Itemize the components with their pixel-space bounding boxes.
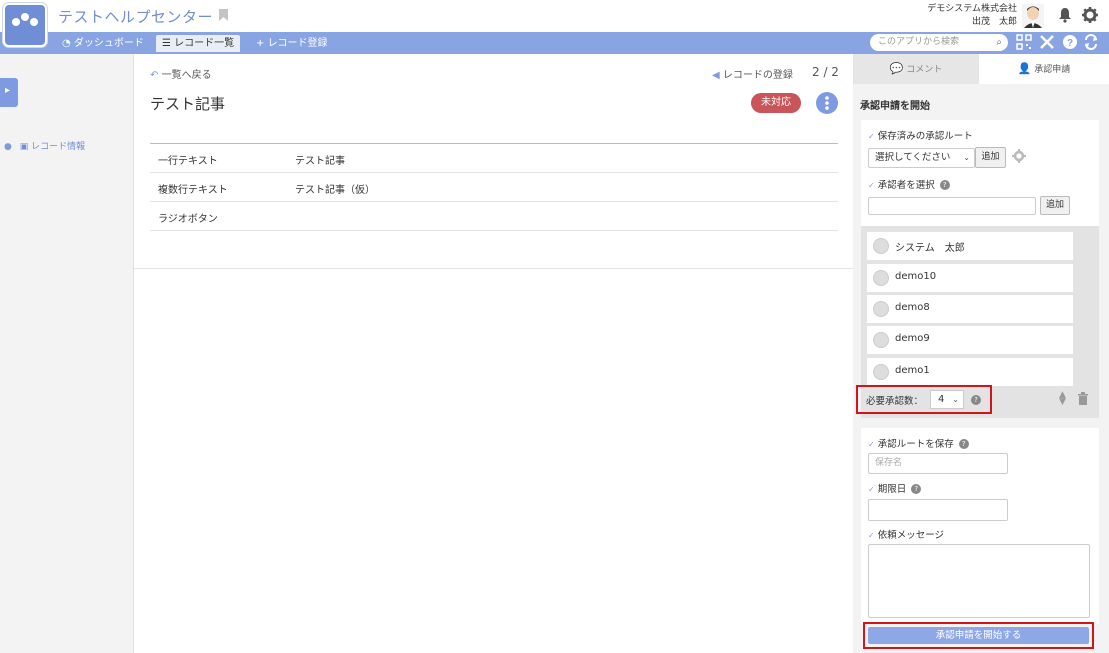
user-check-icon: 👤 (1017, 62, 1032, 75)
record-detail: ↶ 一覧へ戻る ◀ レコードの登録 2 / 2 テスト記事 未対応 一行テキスト… (134, 54, 853, 653)
tools-icon[interactable] (1039, 34, 1055, 50)
reply-arrow-icon: ↶ (150, 70, 159, 81)
record-register-link[interactable]: ◀ レコードの登録 (712, 66, 793, 81)
bookmark-icon[interactable] (219, 9, 228, 21)
bell-icon[interactable] (1057, 7, 1073, 23)
saved-routes-label: ✓ 保存済みの承認ルート (868, 131, 973, 142)
message-textarea[interactable] (868, 544, 1090, 618)
section-divider (134, 268, 853, 269)
save-name-input[interactable]: 保存名 (868, 453, 1008, 474)
list-item[interactable]: demo10 (867, 264, 1073, 292)
record-title: テスト記事 (150, 95, 226, 113)
check-icon: ✓ (868, 531, 875, 540)
field-value: テスト記事（仮） (295, 185, 375, 196)
route-save-card: ✓ 承認ルートを保存? 保存名 ✓ 期限日? ✓ 依頼メッセージ (861, 428, 1099, 624)
add-approver-button[interactable]: 追加 (1040, 196, 1070, 215)
highlight-box (863, 622, 1094, 649)
check-icon: ✓ (868, 132, 875, 141)
due-date-label: ✓ 期限日? (868, 481, 922, 495)
tab-comment[interactable]: 💬 コメント (853, 54, 979, 84)
app-header: テストヘルプセンター デモシステム株式会社 出茂 太郎 (0, 0, 1109, 32)
field-row: ラジオボタン (150, 202, 838, 231)
sidebar-item-record-info[interactable]: ● ▣ レコード情報 (4, 139, 85, 152)
list-item[interactable]: demo1 (867, 358, 1073, 386)
user-avatar-icon[interactable] (1022, 4, 1044, 28)
help-icon[interactable]: ? (958, 439, 969, 449)
plus-icon: + (256, 38, 268, 49)
list-item[interactable]: demo8 (867, 295, 1073, 323)
nav-record-add[interactable]: + レコード登録 (250, 35, 334, 52)
chevron-right-icon: ▸ (5, 85, 11, 96)
clipboard-icon: ▣ (19, 142, 29, 152)
app-title[interactable]: テストヘルプセンター (58, 6, 213, 27)
record-fields: 一行テキスト テスト記事 複数行テキスト テスト記事（仮） ラジオボタン (150, 143, 838, 231)
field-label: 複数行テキスト (158, 185, 228, 196)
nav-record-list[interactable]: ☰ レコード一覧 (156, 35, 241, 52)
sidebar-toggle[interactable]: ▸ (0, 78, 18, 107)
sort-icon[interactable]: ▲ ▼ (1059, 391, 1066, 407)
help-icon[interactable]: ? (1062, 34, 1078, 50)
gear-icon[interactable] (1082, 7, 1098, 23)
add-route-button[interactable]: 追加 (975, 147, 1006, 168)
app-logo[interactable] (3, 3, 47, 47)
panel-tabs: 💬 コメント 👤 承認申請 (853, 54, 1109, 84)
nav-dashboard[interactable]: ◔ ダッシュボード (56, 35, 150, 52)
more-options-button[interactable] (816, 92, 838, 114)
svg-text:?: ? (1067, 38, 1073, 49)
comment-icon: 💬 (889, 62, 904, 75)
chevron-down-icon: ⌄ (963, 153, 970, 162)
panel-title: 承認申請を開始 (860, 101, 930, 112)
search-icon: ⌕ (996, 37, 1002, 48)
trash-icon[interactable] (1077, 392, 1089, 405)
route-select[interactable]: 選択してください ⌄ (868, 148, 975, 168)
field-row: 一行テキスト テスト記事 (150, 144, 838, 173)
refresh-icon[interactable] (1083, 34, 1099, 50)
search-input[interactable]: このアプリから検索 ⌕ (870, 34, 1008, 51)
gear-icon[interactable] (1012, 149, 1026, 163)
company-name: デモシステム株式会社 (927, 4, 1017, 14)
approval-route-card: ✓ 保存済みの承認ルート 選択してください ⌄ 追加 ✓ 承認者を選択? 追加 (861, 120, 1099, 226)
field-label: ラジオボタン (158, 214, 218, 225)
approver-input[interactable] (868, 197, 1036, 215)
record-pager: 2 / 2 (812, 65, 839, 79)
save-route-label: ✓ 承認ルートを保存? (868, 436, 969, 450)
qr-code-icon[interactable] (1016, 34, 1032, 50)
chevron-left-circle-icon: ◀ (712, 70, 720, 81)
back-to-list-link[interactable]: ↶ 一覧へ戻る (150, 66, 212, 81)
dashboard-icon: ◔ (62, 38, 74, 49)
tab-approval[interactable]: 👤 承認申請 (979, 54, 1109, 84)
help-icon[interactable]: ? (939, 180, 950, 190)
user-icon (873, 364, 889, 380)
user-icon (873, 332, 889, 348)
field-row: 複数行テキスト テスト記事（仮） (150, 173, 838, 202)
select-approver-label: ✓ 承認者を選択? (868, 177, 950, 191)
field-value: テスト記事 (295, 156, 345, 167)
user-icon (873, 270, 889, 286)
status-badge[interactable]: 未対応 (751, 93, 801, 113)
more-vertical-icon (825, 96, 829, 110)
help-icon[interactable]: ? (911, 484, 922, 494)
user-info: デモシステム株式会社 出茂 太郎 (927, 3, 1017, 29)
check-icon: ✓ (868, 485, 875, 494)
check-icon: ✓ (868, 181, 875, 190)
list-icon: ☰ (162, 38, 175, 49)
list-item[interactable]: demo9 (867, 326, 1073, 354)
field-label: 一行テキスト (158, 156, 218, 167)
highlight-box (856, 385, 992, 414)
dot-icon: ● (4, 142, 12, 152)
user-name: 出茂 太郎 (971, 17, 1017, 27)
approval-panel: 💬 コメント 👤 承認申請 承認申請を開始 ✓ 保存済みの承認ルート 選択してくだ… (853, 54, 1109, 653)
due-date-input[interactable] (868, 499, 1008, 521)
app-logo-icon (12, 13, 38, 35)
user-icon (873, 301, 889, 317)
message-label: ✓ 依頼メッセージ (868, 530, 945, 541)
user-icon (873, 238, 889, 254)
check-icon: ✓ (868, 440, 875, 449)
list-item[interactable]: システム 太郎 (867, 232, 1073, 260)
